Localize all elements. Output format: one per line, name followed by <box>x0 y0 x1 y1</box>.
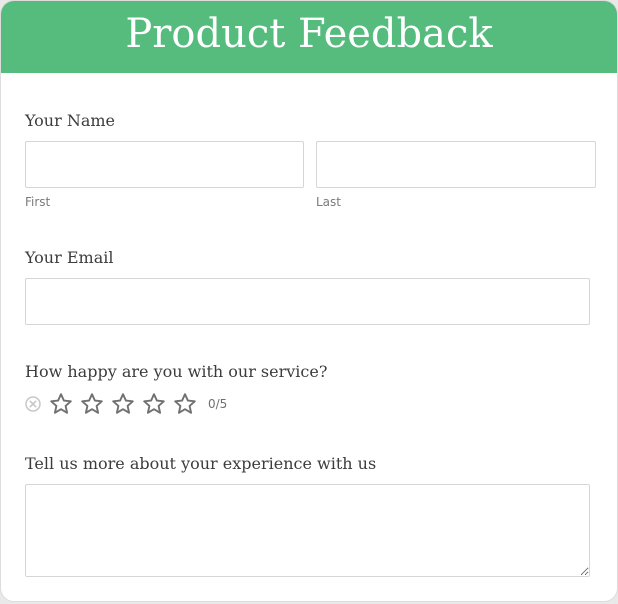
star-1-icon[interactable] <box>49 392 73 416</box>
star-rating: 0/5 <box>25 391 227 417</box>
clear-rating-icon[interactable] <box>25 396 41 412</box>
rating-label: How happy are you with our service? <box>25 362 328 381</box>
email-label: Your Email <box>25 248 114 267</box>
star-2-icon[interactable] <box>80 392 104 416</box>
feedback-form: Product Feedback Your Name First Last Yo… <box>0 0 618 602</box>
star-5-icon[interactable] <box>173 392 197 416</box>
name-label: Your Name <box>25 111 116 130</box>
star-4-icon[interactable] <box>142 392 166 416</box>
star-3-icon[interactable] <box>111 392 135 416</box>
email-input[interactable] <box>25 278 590 325</box>
first-name-input[interactable] <box>25 141 304 188</box>
form-header: Product Feedback <box>1 1 617 73</box>
first-name-sublabel: First <box>25 195 51 209</box>
rating-count: 0/5 <box>208 397 228 411</box>
last-name-input[interactable] <box>316 141 596 188</box>
experience-label: Tell us more about your experience with … <box>25 454 377 473</box>
form-title: Product Feedback <box>125 11 493 57</box>
last-name-sublabel: Last <box>316 195 341 209</box>
experience-textarea[interactable] <box>25 484 590 577</box>
